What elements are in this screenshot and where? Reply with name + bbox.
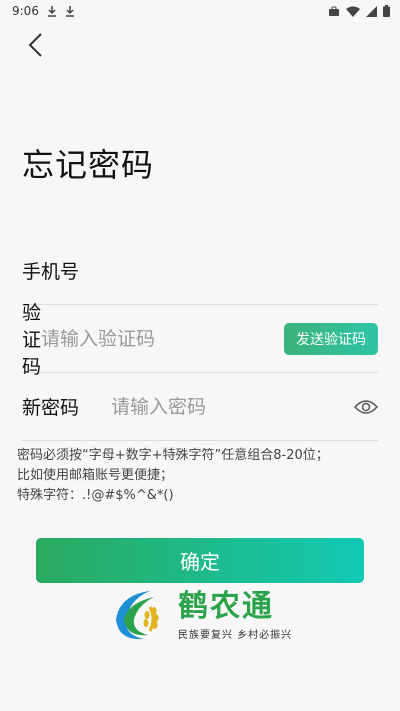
status-right [328,5,390,17]
password-input[interactable] [111,395,354,418]
signal-icon [366,5,377,17]
crane-logo-icon [116,591,159,640]
status-left: 9:06 [12,4,75,18]
page-title: 忘记密码 [22,146,155,184]
phone-label: 手机号 [22,261,80,283]
chevron-left-icon [28,33,42,57]
code-input[interactable] [41,327,285,350]
code-label: 验证码 [22,302,42,378]
status-bar: 9:06 [0,0,400,22]
hint-line: 比如使用邮箱账号更便捷； [17,468,174,483]
brand-logo: 鹤农通 民族要复兴 乡村必振兴 [110,585,300,645]
brand-text: 鹤农通 民族要复兴 乡村必振兴 [178,588,293,641]
hint-line: 特殊字符：.!@#$%^&*() [17,488,174,503]
eye-icon [354,399,378,414]
download-icon [65,6,74,17]
brand-name: 鹤农通 [178,588,274,624]
password-row: 新密码 [22,373,378,441]
brand-slogan: 民族要复兴 乡村必振兴 [178,629,293,641]
password-hint: 密码必须按“字母+数字+特殊字符”任意组合8-20位； 比如使用邮箱账号更便捷；… [17,446,387,506]
send-code-button[interactable]: 发送验证码 [284,322,379,355]
briefcase-icon [329,6,339,16]
code-row: 验证码 发送验证码 [22,302,379,378]
wifi-icon [346,6,360,17]
battery-icon [383,5,390,17]
password-label: 新密码 [22,397,80,419]
toggle-password-visibility[interactable] [354,397,378,417]
phone-row: 手机号 [22,237,378,305]
download-icon [47,6,56,17]
hint-line: 密码必须按“字母+数字+特殊字符”任意组合8-20位； [17,448,329,463]
phone-input[interactable] [135,259,378,282]
confirm-button[interactable]: 确定 [36,538,364,583]
status-time: 9:06 [12,4,39,18]
back-button[interactable] [20,30,50,60]
